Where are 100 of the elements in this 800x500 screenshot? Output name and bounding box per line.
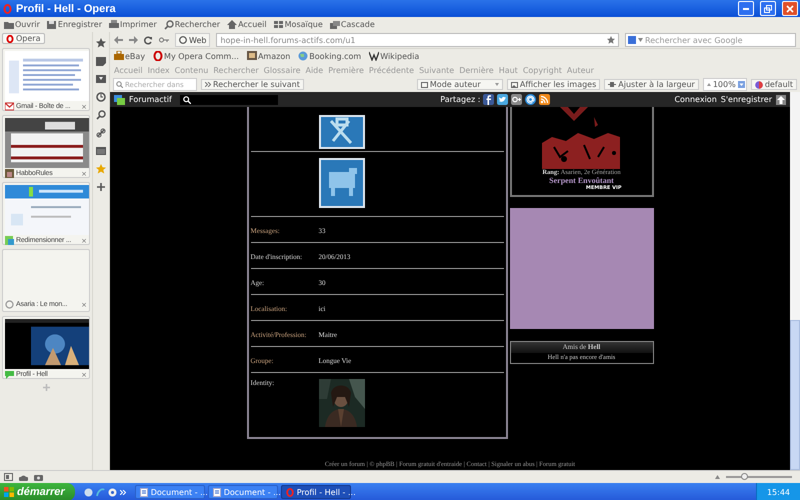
- reload-icon[interactable]: [144, 36, 153, 44]
- toolbar-item[interactable]: Cascade: [330, 20, 375, 30]
- opera-icon: [6, 34, 14, 42]
- picture-icon: [246, 51, 257, 61]
- camera-icon[interactable]: [34, 474, 43, 480]
- close-icon: [786, 4, 794, 12]
- notes-icon[interactable]: [96, 56, 106, 66]
- bookmark-link[interactable]: eBay: [114, 51, 146, 61]
- toolbar-item[interactable]: Ouvrir: [4, 20, 40, 30]
- star-icon[interactable]: [96, 164, 106, 174]
- chevron-icon[interactable]: [120, 490, 126, 494]
- windows-logo-icon: [4, 487, 14, 497]
- plus-icon[interactable]: [96, 182, 106, 192]
- forward-icon[interactable]: [129, 36, 138, 44]
- grid-icon: [274, 20, 284, 30]
- opera-icon: [3, 4, 12, 14]
- loading-icon: [5, 300, 14, 309]
- document-icon: [212, 488, 221, 496]
- clock: 15:44: [756, 483, 800, 500]
- opera-menu-button[interactable]: Opera: [2, 33, 44, 44]
- start-button[interactable]: démarrer: [0, 483, 75, 500]
- taskbar-button[interactable]: Document - ...: [134, 485, 205, 499]
- twitter-icon[interactable]: [497, 94, 508, 105]
- email-icon[interactable]: [525, 94, 536, 105]
- window-icon[interactable]: [96, 146, 106, 156]
- caret-icon: [706, 83, 711, 86]
- document-icon: [140, 488, 148, 496]
- restore-button[interactable]: [760, 1, 776, 16]
- media-icon[interactable]: [108, 488, 117, 496]
- caret-icon[interactable]: [715, 475, 720, 479]
- slider-thumb[interactable]: [741, 473, 748, 480]
- restore-icon: [764, 4, 772, 12]
- opera-icon: [286, 488, 294, 496]
- toolbar-item[interactable]: Imprimer: [109, 20, 157, 30]
- page-icon: [5, 236, 14, 245]
- address-field[interactable]: hope-in-hell.forums-actifs.com/u1: [216, 33, 619, 47]
- google-plus-icon[interactable]: [511, 94, 522, 105]
- show-images-button[interactable]: Afficher les images: [506, 79, 600, 90]
- taskbar-button[interactable]: Document - ...: [208, 485, 278, 499]
- caret-icon: [638, 38, 643, 42]
- forum-brand[interactable]: Forumactif: [129, 95, 172, 104]
- wikipedia-icon: [369, 51, 380, 61]
- facebook-icon[interactable]: [483, 94, 494, 105]
- mode-dropdown[interactable]: Mode auteur: [416, 79, 503, 90]
- fit-width-button[interactable]: Ajuster à la largeur: [604, 79, 699, 90]
- bag-icon: [114, 51, 124, 61]
- download-icon[interactable]: [96, 74, 106, 84]
- search-icon: [182, 96, 191, 104]
- minimize-button[interactable]: [738, 1, 754, 16]
- minimize-icon: [743, 8, 749, 10]
- toolbar-item[interactable]: Rechercher: [164, 20, 220, 30]
- find-next-button[interactable]: Rechercher le suivant: [201, 79, 304, 90]
- fit-width-icon: [608, 82, 616, 87]
- chevron-icon: [205, 82, 211, 87]
- bookmark-link[interactable]: Wikipedia: [369, 51, 420, 61]
- forumactif-icon: [114, 94, 125, 104]
- window-title: Profil - Hell - Opera: [16, 2, 117, 14]
- opera-icon: [153, 51, 164, 61]
- scroll-top-icon[interactable]: [776, 94, 786, 104]
- home-icon: [227, 20, 238, 30]
- image-icon: [510, 82, 518, 88]
- search-engine-icon: [628, 36, 636, 44]
- toolbar-item[interactable]: Enregistrer: [46, 20, 102, 30]
- forum-search-field[interactable]: [180, 94, 278, 104]
- search-icon: [164, 20, 174, 30]
- register-link[interactable]: S'enregistrer: [720, 95, 772, 104]
- close-button[interactable]: [782, 1, 798, 16]
- toolbar-item[interactable]: Mosaïque: [274, 20, 323, 30]
- folder-icon: [4, 20, 14, 30]
- dropdown-icon: [738, 81, 745, 88]
- login-link[interactable]: Connexion: [674, 95, 717, 104]
- star-icon[interactable]: [96, 38, 106, 48]
- toolbar-item[interactable]: Accueil: [227, 20, 267, 30]
- bookmark-link[interactable]: Amazon: [246, 51, 290, 61]
- rss-icon[interactable]: [539, 94, 550, 105]
- avatar-icon: [318, 115, 364, 149]
- link-icon[interactable]: [96, 128, 106, 138]
- windows-icon: [330, 20, 340, 30]
- rank-title: Serpent Envoûtant: [549, 176, 614, 185]
- chat-icon: [5, 370, 14, 379]
- clock-icon[interactable]: [96, 92, 106, 102]
- window-icon: [420, 82, 428, 88]
- bookmark-link[interactable]: My Opera Comm...: [153, 51, 239, 61]
- style-button[interactable]: default: [750, 79, 797, 90]
- search-icon: [116, 81, 123, 88]
- cloud-icon[interactable]: [19, 474, 28, 480]
- zoom-field[interactable]: 100%: [702, 78, 747, 91]
- star-icon[interactable]: [607, 36, 615, 44]
- search-icon[interactable]: [96, 110, 106, 120]
- mail-icon: [5, 102, 14, 111]
- back-icon[interactable]: [114, 36, 123, 44]
- caret-icon: [494, 83, 499, 86]
- bookmark-link[interactable]: Booking.com: [298, 51, 362, 61]
- avatar-icon: [318, 158, 364, 208]
- web-button[interactable]: Web: [175, 33, 210, 47]
- panel-icon[interactable]: [4, 473, 13, 481]
- key-icon[interactable]: [159, 37, 169, 43]
- scrollbar[interactable]: [790, 92, 800, 470]
- style-icon: [754, 80, 763, 88]
- printer-icon: [109, 20, 119, 30]
